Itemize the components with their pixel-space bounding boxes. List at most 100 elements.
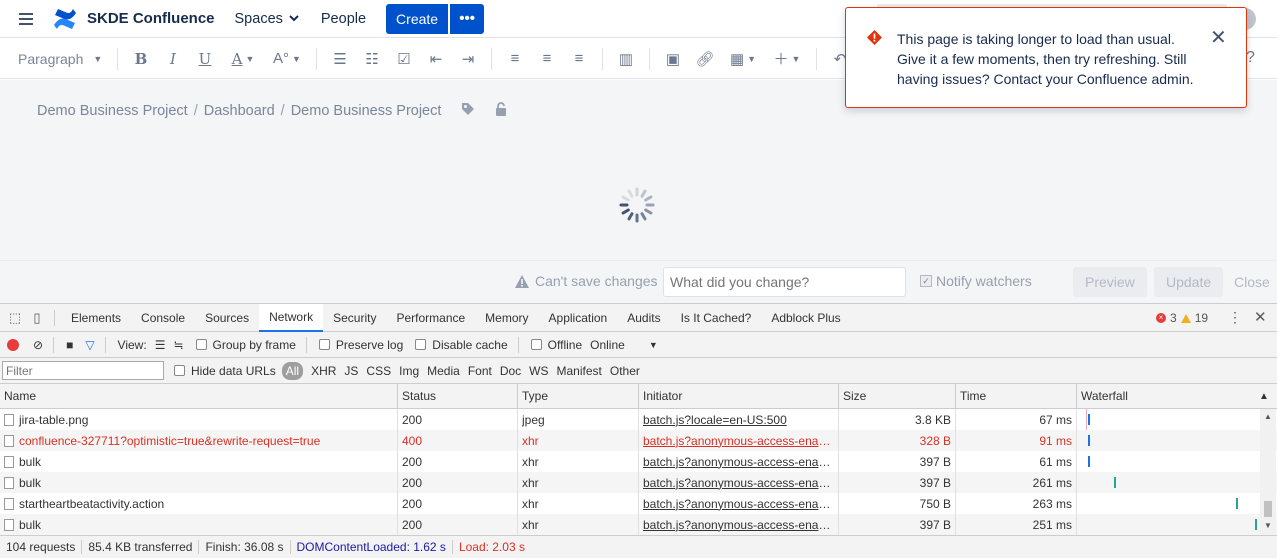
filter-type-font[interactable]: Font: [468, 364, 492, 378]
clear-icon[interactable]: ⊘: [33, 338, 43, 352]
breadcrumb-item[interactable]: Demo Business Project: [291, 103, 442, 119]
breadcrumb-item[interactable]: Demo Business Project: [37, 103, 188, 119]
group-by-frame-checkbox[interactable]: Group by frame: [195, 338, 296, 352]
column-header-waterfall[interactable]: Waterfall ▲: [1077, 384, 1277, 408]
preview-button[interactable]: Preview: [1073, 267, 1147, 297]
unlock-icon[interactable]: [495, 102, 507, 119]
request-name-cell[interactable]: jira-table.png: [0, 409, 398, 430]
request-name-cell[interactable]: confluence-327711?optimistic=true&rewrit…: [0, 430, 398, 451]
filter-type-js[interactable]: JS: [344, 364, 358, 378]
console-counts[interactable]: × 3 19: [1156, 311, 1208, 325]
underline-icon[interactable]: U: [189, 45, 221, 73]
close-button[interactable]: Close: [1222, 267, 1277, 297]
large-rows-icon[interactable]: ☰: [155, 338, 166, 352]
scroll-down-icon[interactable]: ▼: [1264, 521, 1272, 530]
device-toolbar-icon[interactable]: ▯: [26, 307, 48, 329]
breadcrumb-item[interactable]: Dashboard: [204, 103, 275, 119]
disable-cache-checkbox[interactable]: Disable cache: [415, 338, 508, 352]
tab-security[interactable]: Security: [323, 304, 386, 332]
task-list-icon[interactable]: ☑: [388, 45, 420, 73]
change-comment-input[interactable]: [663, 267, 906, 297]
table-row[interactable]: bulk 200 xhr batch.js?anonymous-access-enab…: [0, 472, 1277, 493]
column-header-type[interactable]: Type: [518, 384, 639, 408]
record-icon[interactable]: [7, 338, 19, 351]
align-center-icon[interactable]: ≡: [531, 45, 563, 73]
tab-console[interactable]: Console: [131, 304, 195, 332]
filter-type-img[interactable]: Img: [399, 364, 419, 378]
request-name-cell[interactable]: startheartbeatactivity.action: [0, 493, 398, 514]
bullet-list-icon[interactable]: ☰: [324, 45, 356, 73]
link-icon[interactable]: 🔗︎: [689, 45, 721, 73]
filter-type-media[interactable]: Media: [427, 364, 460, 378]
column-header-initiator[interactable]: Initiator: [639, 384, 839, 408]
tab-sources[interactable]: Sources: [195, 304, 259, 332]
close-icon[interactable]: ✕: [1254, 308, 1267, 326]
tab-audits[interactable]: Audits: [617, 304, 670, 332]
initiator-link[interactable]: batch.js?anonymous-access-enabl...: [643, 455, 834, 469]
offline-checkbox[interactable]: Offline: [530, 338, 582, 352]
menu-icon[interactable]: [19, 12, 33, 25]
confluence-logo-icon[interactable]: [52, 6, 78, 32]
bold-icon[interactable]: B: [125, 45, 157, 73]
filter-type-xhr[interactable]: XHR: [311, 364, 336, 378]
filter-type-manifest[interactable]: Manifest: [557, 364, 602, 378]
filter-type-all[interactable]: All: [281, 361, 304, 380]
column-header-name[interactable]: Name: [0, 384, 398, 408]
filter-type-doc[interactable]: Doc: [500, 364, 521, 378]
scrollbar[interactable]: ▲ ▼: [1260, 409, 1276, 535]
table-row[interactable]: jira-table.png 200 jpeg batch.js?locale=en-…: [0, 409, 1277, 430]
preserve-log-checkbox[interactable]: Preserve log: [318, 338, 403, 352]
scroll-up-icon[interactable]: ▲: [1264, 412, 1272, 421]
hide-data-urls-checkbox[interactable]: Hide data URLs: [174, 364, 276, 378]
request-name-cell[interactable]: bulk: [0, 472, 398, 493]
initiator-link[interactable]: batch.js?anonymous-access-enabl...: [643, 476, 834, 490]
table-row[interactable]: bulk 200 xhr batch.js?anonymous-access-enab…: [0, 514, 1277, 535]
initiator-link[interactable]: batch.js?anonymous-access-enabl...: [643, 518, 834, 532]
table-icon[interactable]: ▦ ▼: [721, 45, 765, 73]
tab-adblock-plus[interactable]: Adblock Plus: [761, 304, 850, 332]
site-title[interactable]: SKDE Confluence: [87, 10, 215, 27]
column-header-time[interactable]: Time: [956, 384, 1077, 408]
tab-is-it-cached[interactable]: Is It Cached?: [671, 304, 762, 332]
tab-elements[interactable]: Elements: [61, 304, 131, 332]
tab-performance[interactable]: Performance: [386, 304, 475, 332]
filter-type-ws[interactable]: WS: [529, 364, 548, 378]
filter-type-css[interactable]: CSS: [366, 364, 391, 378]
inspect-element-icon[interactable]: ⬚: [4, 307, 26, 329]
people-link[interactable]: People: [321, 11, 366, 27]
tab-network[interactable]: Network: [259, 303, 324, 332]
kebab-menu-icon[interactable]: ⋮: [1228, 309, 1242, 326]
filter-type-other[interactable]: Other: [610, 364, 640, 378]
screenshot-camera-icon[interactable]: ■: [66, 338, 73, 352]
create-button[interactable]: Create: [386, 3, 449, 34]
label-tag-icon[interactable]: [461, 102, 475, 119]
help-icon[interactable]: ?: [1246, 49, 1255, 67]
create-more-button[interactable]: •••: [450, 3, 485, 34]
update-button[interactable]: Update: [1154, 267, 1224, 297]
text-color-icon[interactable]: A ▼: [221, 45, 265, 73]
spaces-menu[interactable]: Spaces: [235, 11, 299, 27]
numbered-list-icon[interactable]: ☷: [356, 45, 388, 73]
notify-watchers-checkbox[interactable]: ✓ Notify watchers: [920, 273, 1032, 289]
column-header-status[interactable]: Status: [398, 384, 518, 408]
align-left-icon[interactable]: ≡: [499, 45, 531, 73]
tab-application[interactable]: Application: [539, 304, 618, 332]
outdent-icon[interactable]: ⇤: [420, 45, 452, 73]
initiator-link[interactable]: batch.js?anonymous-access-enabl...: [643, 434, 834, 448]
layout-icon[interactable]: ▥: [610, 45, 642, 73]
image-icon[interactable]: ▣: [657, 45, 689, 73]
table-row[interactable]: bulk 200 xhr batch.js?anonymous-access-enab…: [0, 451, 1277, 472]
italic-icon[interactable]: I: [157, 45, 189, 73]
initiator-link[interactable]: batch.js?anonymous-access-enabl...: [643, 497, 834, 511]
table-row[interactable]: startheartbeatactivity.action 200 xhr batch…: [0, 493, 1277, 514]
insert-plus-icon[interactable]: ＋ ▼: [765, 45, 809, 73]
table-row[interactable]: confluence-327711?optimistic=true&rewrit…: [0, 430, 1277, 451]
tab-memory[interactable]: Memory: [475, 304, 538, 332]
waterfall-overview-icon[interactable]: ≒: [173, 338, 183, 352]
filter-input[interactable]: [2, 361, 164, 380]
close-icon[interactable]: ✕: [1210, 28, 1227, 48]
request-name-cell[interactable]: bulk: [0, 514, 398, 535]
paragraph-style-dropdown[interactable]: Paragraph ▼: [18, 51, 110, 67]
filter-icon[interactable]: ▽: [85, 338, 94, 352]
indent-icon[interactable]: ⇥: [452, 45, 484, 73]
